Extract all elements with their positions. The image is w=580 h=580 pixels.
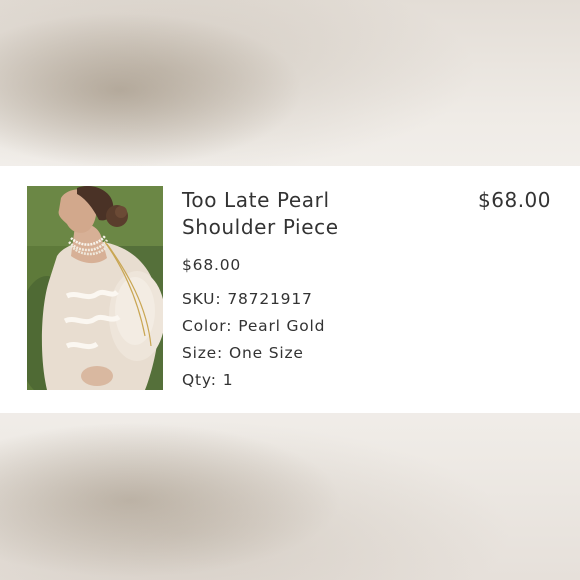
- product-title-line2: Shoulder Piece: [182, 215, 339, 239]
- product-title-line1: Too Late Pearl: [182, 188, 330, 212]
- blurred-background-bottom: [0, 413, 580, 580]
- qty-label: Qty:: [182, 371, 217, 389]
- unit-price: $68.00: [182, 256, 242, 274]
- size-value: One Size: [229, 344, 304, 362]
- qty-row: Qty: 1: [182, 367, 462, 394]
- cart-line-item: Too Late Pearl Shoulder Piece $68.00 SKU…: [0, 166, 580, 413]
- color-value: Pearl Gold: [238, 317, 326, 335]
- line-total-price: $68.00: [478, 188, 551, 212]
- size-label: Size:: [182, 344, 224, 362]
- blurred-background-top: [0, 0, 580, 166]
- product-info: Too Late Pearl Shoulder Piece $68.00 SKU…: [182, 187, 462, 394]
- product-thumbnail[interactable]: [27, 186, 163, 390]
- qty-value: 1: [222, 371, 234, 389]
- product-details: SKU: 78721917 Color: Pearl Gold Size: One S…: [182, 286, 462, 394]
- sku-row: SKU: 78721917: [182, 286, 462, 313]
- sku-label: SKU:: [182, 290, 222, 308]
- size-row: Size: One Size: [182, 340, 462, 367]
- sku-value: 78721917: [227, 290, 313, 308]
- color-row: Color: Pearl Gold: [182, 313, 462, 340]
- color-label: Color:: [182, 317, 233, 335]
- product-title[interactable]: Too Late Pearl Shoulder Piece: [182, 187, 462, 241]
